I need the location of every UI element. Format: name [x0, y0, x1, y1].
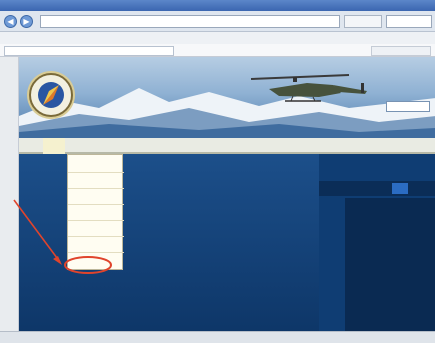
news-list [355, 230, 435, 270]
site-search-input[interactable] [386, 101, 430, 112]
date-day [341, 183, 389, 194]
nav-item[interactable] [109, 138, 143, 154]
date-number-badge [392, 183, 408, 194]
refresh-stop-buttons[interactable] [344, 15, 382, 28]
nav-item[interactable] [69, 138, 105, 154]
forward-icon[interactable]: ▶ [20, 15, 33, 28]
nav-item[interactable] [267, 138, 297, 154]
address-bar[interactable] [40, 15, 340, 28]
nav-item[interactable] [371, 138, 411, 154]
compass-needle-icon [43, 85, 59, 105]
news-item[interactable] [355, 238, 435, 246]
favorites-bar [0, 44, 435, 57]
news-item[interactable] [355, 246, 435, 254]
window-title-bar [0, 0, 435, 11]
nav-item[interactable] [147, 138, 173, 154]
nav-item[interactable] [337, 138, 367, 154]
nav-item[interactable] [22, 138, 40, 154]
news-item[interactable] [355, 254, 435, 262]
web-page [18, 57, 435, 343]
nav-item[interactable] [223, 138, 263, 154]
status-bar [0, 331, 435, 343]
site-banner [19, 57, 435, 138]
command-bar[interactable] [371, 46, 431, 56]
address-toolbar: ◀ ▶ [0, 11, 435, 32]
date-bar [319, 181, 435, 196]
site-logo[interactable] [29, 73, 73, 117]
summit-heading[interactable] [34, 235, 304, 253]
news-panel [345, 198, 435, 343]
dropdown-item[interactable] [68, 174, 124, 189]
helicopter-image [250, 74, 367, 102]
main-nav [19, 138, 435, 154]
news-item[interactable] [355, 230, 435, 238]
menu-bar [0, 32, 435, 44]
dropdown-item[interactable] [68, 158, 124, 173]
back-icon[interactable]: ◀ [4, 15, 17, 28]
news-heading [351, 203, 435, 215]
summit-description [34, 258, 304, 294]
nav-item-active[interactable] [43, 138, 65, 154]
browser-window: ◀ ▶ [0, 0, 435, 343]
browser-search-input[interactable] [386, 15, 432, 28]
nav-item[interactable] [177, 138, 219, 154]
nav-item[interactable] [301, 138, 333, 154]
dropdown-item[interactable] [68, 206, 124, 221]
date-month [411, 183, 435, 194]
browser-tab[interactable] [4, 46, 174, 56]
mountains-image [19, 88, 435, 138]
dropdown-item[interactable] [68, 190, 124, 205]
